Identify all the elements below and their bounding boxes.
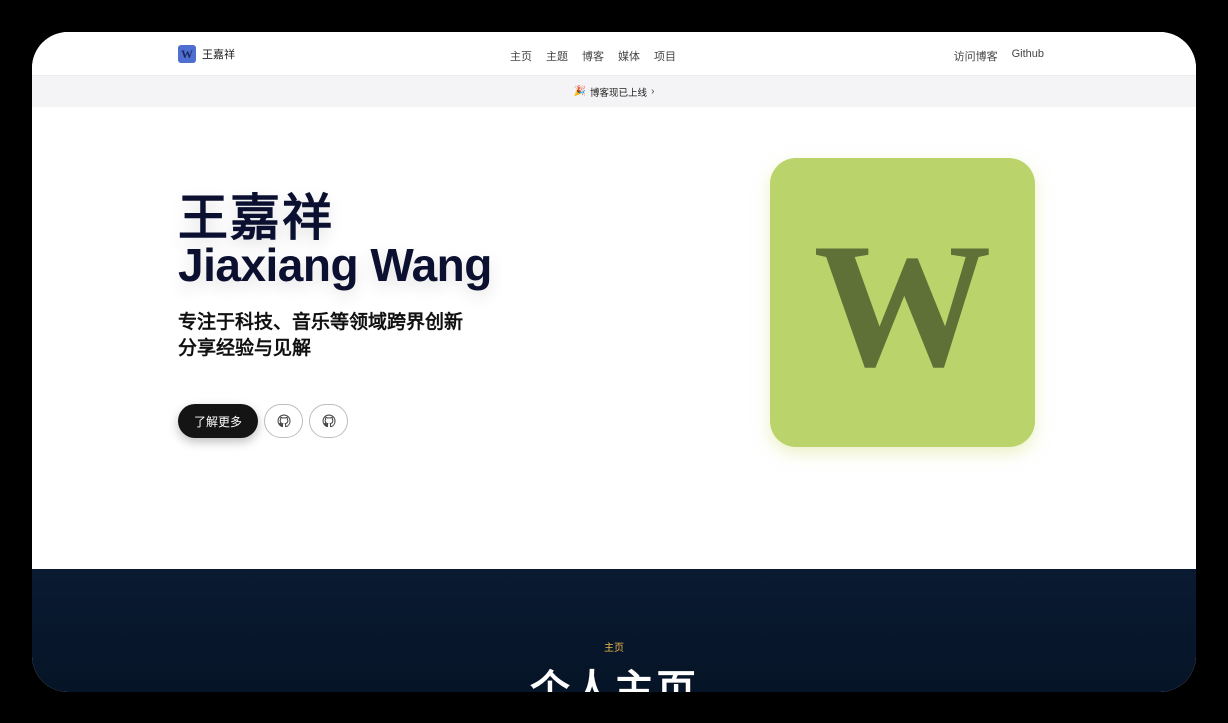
nav-item-home[interactable]: 主页: [510, 48, 532, 64]
github-icon: [277, 414, 291, 428]
nav-item-projects[interactable]: 项目: [654, 48, 676, 64]
announcement-banner[interactable]: 🎉 博客现已上线 ›: [32, 76, 1196, 107]
hero-tagline-line2: 分享经验与见解: [178, 338, 312, 359]
learn-more-button[interactable]: 了解更多: [178, 404, 259, 438]
nav-item-media[interactable]: 媒体: [618, 48, 640, 64]
main-nav: 主页 主题 博客 媒体 项目: [510, 48, 676, 64]
browser-viewport: W 王嘉祥 主页 主题 博客 媒体 项目 访问博客 Github 🎉 博客现已上…: [32, 32, 1196, 692]
hero-tagline: 专注于科技、音乐等领域跨界创新 分享经验与见解: [178, 310, 463, 362]
hero-name-english: Jiaxiang Wang: [178, 239, 492, 291]
hero-tagline-line1: 专注于科技、音乐等领域跨界创新: [178, 312, 464, 333]
github-icon: [322, 414, 336, 428]
homepage-section: 主页 个人主页: [32, 569, 1196, 692]
nav-item-topics[interactable]: 主题: [546, 48, 568, 64]
section-title: 个人主页: [530, 668, 698, 692]
chevron-right-icon: ›: [651, 86, 655, 97]
section-kicker: 主页: [604, 643, 624, 654]
github-button[interactable]: [264, 404, 304, 438]
brand-logo-icon: W: [178, 45, 196, 63]
nav-item-blog[interactable]: 博客: [582, 48, 604, 64]
announcement-text: 博客现已上线: [590, 87, 648, 99]
logo-letter: W: [813, 205, 992, 404]
brand[interactable]: W 王嘉祥: [178, 45, 235, 63]
brand-name: 王嘉祥: [202, 49, 235, 61]
top-navigation: W 王嘉祥 主页 主题 博客 媒体 项目 访问博客 Github: [32, 32, 1196, 76]
nav-right: 访问博客 Github: [954, 48, 1044, 64]
visit-blog-link[interactable]: 访问博客: [954, 48, 998, 64]
github-button-secondary[interactable]: [309, 404, 349, 438]
hero-logo-image: W: [770, 158, 1035, 447]
party-icon: 🎉: [573, 86, 587, 97]
hero-actions: 了解更多: [178, 404, 349, 438]
github-link[interactable]: Github: [1012, 48, 1044, 64]
